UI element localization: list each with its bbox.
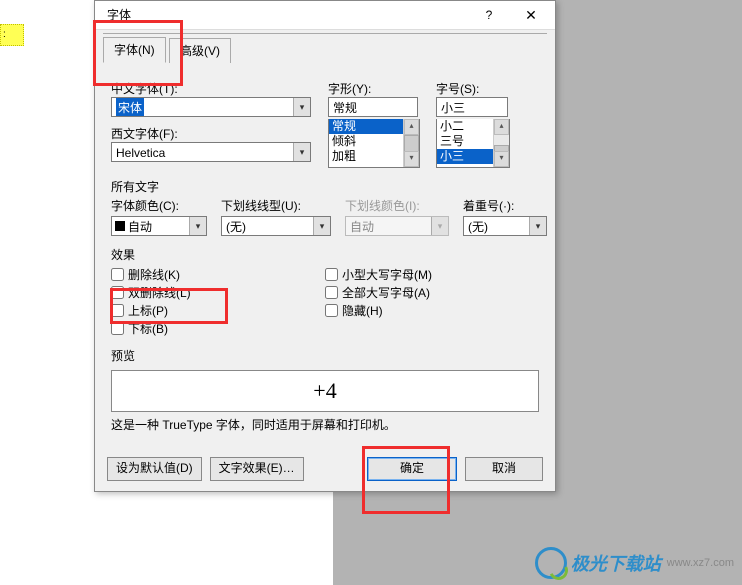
label-latin-font: 西文字体(F): bbox=[111, 125, 316, 142]
font-dialog: 字体 ? ✕ 字体(N) 高级(V) 中文字体(T): 宋体 ▾ 西文字体(F)… bbox=[94, 0, 556, 492]
underline-style-combo[interactable]: (无) ▾ bbox=[221, 216, 331, 236]
checkbox[interactable] bbox=[111, 304, 124, 317]
set-default-button[interactable]: 设为默认值(D) bbox=[107, 457, 202, 481]
emphasis-value: (无) bbox=[464, 217, 506, 235]
tab-strip: 字体(N) 高级(V) bbox=[103, 36, 547, 62]
chevron-down-icon[interactable]: ▾ bbox=[293, 98, 310, 116]
scroll-up-icon[interactable]: ▴ bbox=[404, 119, 419, 135]
color-swatch-icon bbox=[115, 221, 125, 231]
label-all-text: 所有文字 bbox=[111, 178, 555, 195]
font-color-combo[interactable]: 自动 ▾ bbox=[111, 216, 207, 236]
tab-font[interactable]: 字体(N) bbox=[103, 37, 166, 63]
preview-text: +4 bbox=[313, 378, 336, 404]
scroll-up-icon[interactable]: ▴ bbox=[494, 119, 509, 135]
scroll-down-icon[interactable]: ▾ bbox=[494, 151, 509, 167]
preview-box: +4 bbox=[111, 370, 539, 412]
checkbox[interactable] bbox=[325, 268, 338, 281]
dialog-title: 字体 bbox=[107, 8, 131, 22]
dialog-titlebar[interactable]: 字体 ? ✕ bbox=[95, 1, 555, 30]
dialog-button-bar: 设为默认值(D) 文字效果(E)… 确定 取消 bbox=[95, 457, 555, 481]
check-label: 双删除线(L) bbox=[128, 284, 191, 301]
comment-marker[interactable]: : bbox=[0, 24, 24, 46]
underline-color-combo: 自动 ▾ bbox=[345, 216, 449, 236]
cjk-font-combo[interactable]: 宋体 ▾ bbox=[111, 97, 311, 117]
text-effects-button[interactable]: 文字效果(E)… bbox=[210, 457, 304, 481]
chevron-down-icon[interactable]: ▾ bbox=[293, 143, 310, 161]
underline-color-value: 自动 bbox=[346, 217, 392, 235]
style-combo[interactable]: 常规 bbox=[328, 97, 418, 117]
cancel-button[interactable]: 取消 bbox=[465, 457, 543, 481]
chevron-down-icon: ▾ bbox=[431, 217, 448, 235]
font-hint: 这是一种 TrueType 字体，同时适用于屏幕和打印机。 bbox=[111, 416, 539, 433]
scrollbar[interactable]: ▴ ▾ bbox=[403, 119, 419, 167]
check-superscript[interactable]: 上标(P) bbox=[111, 301, 325, 319]
checkbox[interactable] bbox=[325, 304, 338, 317]
label-effects: 效果 bbox=[111, 246, 555, 263]
checkbox[interactable] bbox=[325, 286, 338, 299]
checkbox[interactable] bbox=[111, 322, 124, 335]
check-allcaps[interactable]: 全部大写字母(A) bbox=[325, 283, 539, 301]
logo-icon bbox=[535, 547, 567, 579]
check-label: 下标(B) bbox=[128, 320, 168, 337]
tab-divider bbox=[103, 33, 547, 34]
label-size: 字号(S): bbox=[436, 80, 516, 97]
scroll-down-icon[interactable]: ▾ bbox=[404, 151, 419, 167]
label-preview: 预览 bbox=[111, 347, 555, 364]
checkbox[interactable] bbox=[111, 268, 124, 281]
check-subscript[interactable]: 下标(B) bbox=[111, 319, 325, 337]
check-label: 小型大写字母(M) bbox=[342, 266, 432, 283]
emphasis-combo[interactable]: (无) ▾ bbox=[463, 216, 547, 236]
check-label: 删除线(K) bbox=[128, 266, 180, 283]
label-font-color: 字体颜色(C): bbox=[111, 197, 207, 214]
size-value: 小三 bbox=[437, 98, 483, 116]
close-button[interactable]: ✕ bbox=[511, 1, 551, 29]
help-button[interactable]: ? bbox=[469, 1, 509, 29]
style-value: 常规 bbox=[329, 98, 375, 116]
size-list[interactable]: 小二 三号 小三 ▴ ▾ bbox=[436, 119, 510, 168]
label-underline-color: 下划线颜色(I): bbox=[345, 197, 449, 214]
scrollbar[interactable]: ▴ ▾ bbox=[493, 119, 509, 167]
label-cjk-font: 中文字体(T): bbox=[111, 80, 316, 97]
watermark: 极光下载站 www.xz7.com bbox=[535, 547, 734, 579]
check-label: 上标(P) bbox=[128, 302, 168, 319]
label-emphasis: 着重号(·): bbox=[463, 197, 547, 214]
check-hidden[interactable]: 隐藏(H) bbox=[325, 301, 539, 319]
chevron-down-icon[interactable]: ▾ bbox=[313, 217, 330, 235]
cjk-font-value: 宋体 bbox=[116, 98, 144, 116]
latin-font-value: Helvetica bbox=[112, 143, 183, 161]
chevron-down-icon[interactable]: ▾ bbox=[189, 217, 206, 235]
tab-advanced[interactable]: 高级(V) bbox=[169, 38, 231, 63]
ok-button[interactable]: 确定 bbox=[367, 457, 457, 481]
check-smallcaps[interactable]: 小型大写字母(M) bbox=[325, 265, 539, 283]
underline-style-value: (无) bbox=[222, 217, 264, 235]
check-double-strike[interactable]: 双删除线(L) bbox=[111, 283, 325, 301]
latin-font-combo[interactable]: Helvetica ▾ bbox=[111, 142, 311, 162]
size-combo[interactable]: 小三 bbox=[436, 97, 508, 117]
label-underline-style: 下划线线型(U): bbox=[221, 197, 331, 214]
style-list[interactable]: 常规 倾斜 加粗 ▴ ▾ bbox=[328, 119, 420, 168]
check-label: 全部大写字母(A) bbox=[342, 284, 430, 301]
check-strike[interactable]: 删除线(K) bbox=[111, 265, 325, 283]
label-style: 字形(Y): bbox=[328, 80, 424, 97]
watermark-url: www.xz7.com bbox=[667, 557, 734, 569]
checkbox[interactable] bbox=[111, 286, 124, 299]
check-label: 隐藏(H) bbox=[342, 302, 383, 319]
watermark-brand: 极光下载站 bbox=[571, 550, 661, 576]
chevron-down-icon[interactable]: ▾ bbox=[529, 217, 546, 235]
